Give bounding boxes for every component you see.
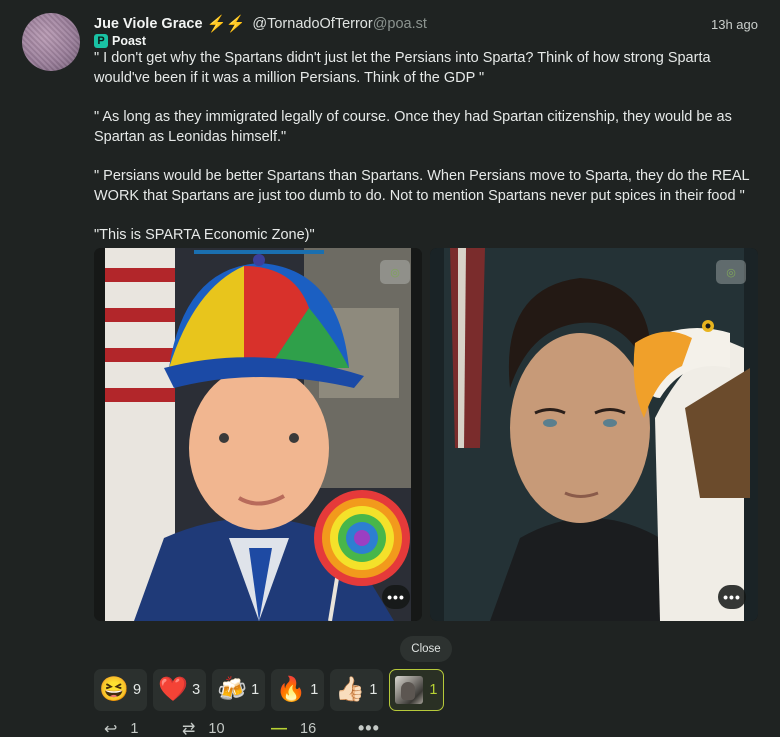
media-attachment-2[interactable]: ◎ •••	[430, 248, 758, 621]
post-content: " I don't get why the Spartans didn't ju…	[94, 49, 760, 266]
post-paragraph: "This is SPARTA Economic Zone)"	[94, 227, 315, 243]
author-domain[interactable]: @poa.st	[373, 16, 427, 32]
more-button[interactable]: •••	[358, 718, 380, 737]
media-attachment-1[interactable]: ◎ •••	[94, 248, 422, 621]
reactions-bar: 😆 9 ❤️ 3 🍻 1 🔥 1 👍🏻 1 1	[94, 669, 445, 711]
reaction-count: 3	[192, 682, 201, 698]
fire-emoji-icon: 🔥	[276, 676, 307, 703]
media-more-button[interactable]: •••	[382, 585, 410, 609]
author-name[interactable]: Jue Viole Grace	[94, 16, 203, 32]
boost-button[interactable]: ⇄ 10	[182, 719, 271, 737]
thumbs-up-emoji-icon: 👍🏻	[335, 676, 366, 703]
app-name: Poast	[112, 34, 147, 48]
poast-app-icon: P	[94, 34, 108, 48]
reaction-custom-image[interactable]: 1	[389, 669, 445, 711]
post-paragraph: " I don't get why the Spartans didn't ju…	[94, 50, 711, 86]
react-icon: —	[271, 719, 287, 737]
post-timestamp[interactable]: 13h ago	[711, 17, 758, 32]
eye-slash-icon[interactable]: ◎	[716, 260, 746, 284]
man-with-bald-eagle-image	[430, 248, 758, 621]
author-handle[interactable]: @TornadoOfTerror	[252, 16, 372, 32]
post-app: P Poast	[94, 34, 146, 48]
reply-count: 1	[130, 720, 139, 737]
laughing-emoji-icon: 😆	[99, 676, 129, 703]
boost-count: 10	[208, 720, 225, 737]
close-button[interactable]: Close	[400, 636, 452, 662]
heart-emoji-icon: ❤️	[158, 676, 188, 703]
reaction-count: 1	[310, 682, 319, 698]
author-avatar[interactable]	[22, 13, 80, 71]
reply-button[interactable]: ↩ 1	[104, 719, 182, 737]
reaction-laughing[interactable]: 😆 9	[94, 669, 148, 711]
eye-slash-icon[interactable]: ◎	[380, 260, 410, 284]
boost-icon: ⇄	[182, 720, 196, 737]
reaction-beers[interactable]: 🍻 1	[212, 669, 266, 711]
reaction-count: 9	[133, 682, 142, 698]
reaction-fire[interactable]: 🔥 1	[271, 669, 325, 711]
reaction-count: 1	[251, 682, 260, 698]
reaction-count: 1	[429, 682, 438, 698]
reaction-heart[interactable]: ❤️ 3	[153, 669, 207, 711]
man-with-propeller-cap-and-lollipop-image	[94, 248, 422, 621]
post-paragraph: " Persians would be better Spartans than…	[94, 168, 750, 204]
media-more-button[interactable]: •••	[718, 585, 746, 609]
beers-emoji-icon: 🍻	[217, 676, 248, 703]
lightning-icon: ⚡⚡	[206, 16, 246, 33]
custom-image-emoji-icon	[395, 676, 424, 704]
post-actions: ↩ 1 ⇄ 10 — 16 •••	[104, 718, 380, 737]
reply-icon: ↩	[104, 720, 118, 737]
reaction-thumbs-up[interactable]: 👍🏻 1	[330, 669, 384, 711]
more-icon: •••	[358, 718, 380, 737]
reaction-count: 1	[369, 682, 378, 698]
react-count: 16	[300, 720, 317, 737]
post-header: Jue Viole Grace ⚡⚡ @TornadoOfTerror @poa.…	[94, 14, 758, 34]
react-button[interactable]: — 16	[271, 720, 358, 737]
post-paragraph: " As long as they immigrated legally of …	[94, 109, 732, 145]
